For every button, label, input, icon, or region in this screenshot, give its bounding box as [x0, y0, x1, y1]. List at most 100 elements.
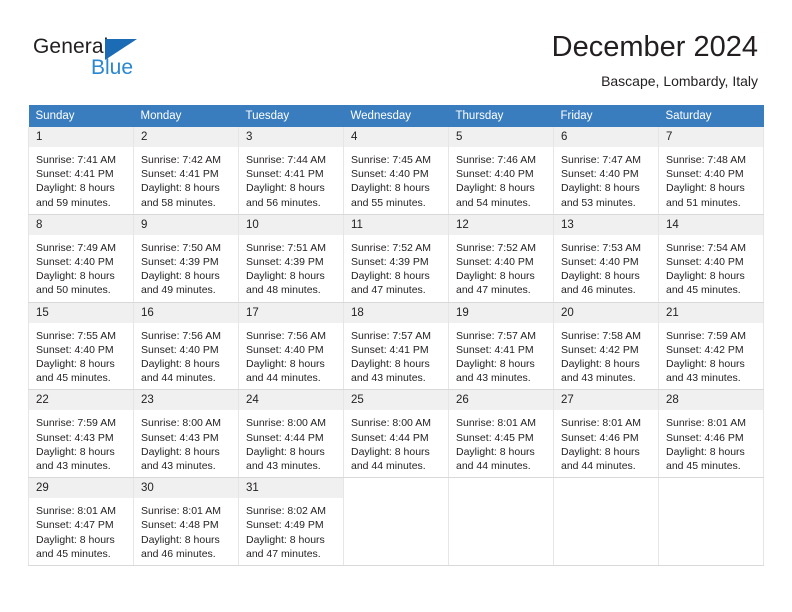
daylight-text-line2: and 47 minutes.: [456, 284, 531, 297]
daylight-text-line1: Daylight: 8 hours: [246, 533, 325, 546]
day-cell[interactable]: 23 Sunrise: 8:00 AM Sunset: 4:43 PM Dayl…: [133, 389, 239, 479]
day-number: 25: [344, 390, 448, 412]
day-info: Sunrise: 7:52 AM Sunset: 4:39 PM Dayligh…: [344, 236, 448, 302]
sunset-text: Sunset: 4:46 PM: [666, 431, 744, 444]
day-number: 26: [449, 390, 553, 412]
daylight-text-line2: and 46 minutes.: [561, 284, 636, 297]
daylight-text-line1: Daylight: 8 hours: [246, 445, 325, 458]
daylight-text-line2: and 45 minutes.: [36, 372, 111, 385]
day-cell[interactable]: 2 Sunrise: 7:42 AM Sunset: 4:41 PM Dayli…: [133, 127, 239, 215]
page-header: General Blue December 2024 Bascape, Lomb…: [0, 0, 792, 100]
day-info: Sunrise: 7:44 AM Sunset: 4:41 PM Dayligh…: [239, 148, 343, 214]
daylight-text-line1: Daylight: 8 hours: [666, 182, 745, 195]
calendar-body: 1 Sunrise: 7:41 AM Sunset: 4:41 PM Dayli…: [28, 127, 764, 567]
day-cell[interactable]: 17 Sunrise: 7:56 AM Sunset: 4:40 PM Dayl…: [238, 302, 344, 391]
day-info: Sunrise: 7:59 AM Sunset: 4:43 PM Dayligh…: [29, 411, 133, 477]
day-cell[interactable]: 15 Sunrise: 7:55 AM Sunset: 4:40 PM Dayl…: [28, 302, 134, 391]
sunset-text: Sunset: 4:41 PM: [246, 168, 324, 181]
day-info: Sunrise: 7:47 AM Sunset: 4:40 PM Dayligh…: [554, 148, 658, 214]
day-cell[interactable]: 25 Sunrise: 8:00 AM Sunset: 4:44 PM Dayl…: [343, 389, 449, 479]
daylight-text-line1: Daylight: 8 hours: [456, 358, 535, 371]
sunrise-text: Sunrise: 7:41 AM: [36, 154, 116, 166]
day-cell[interactable]: 8 Sunrise: 7:49 AM Sunset: 4:40 PM Dayli…: [28, 214, 134, 303]
day-cell[interactable]: 26 Sunrise: 8:01 AM Sunset: 4:45 PM Dayl…: [448, 389, 554, 479]
sunset-text: Sunset: 4:40 PM: [456, 168, 534, 181]
sunset-text: Sunset: 4:40 PM: [36, 343, 114, 356]
daylight-text-line2: and 43 minutes.: [141, 460, 216, 473]
daylight-text-line1: Daylight: 8 hours: [246, 270, 325, 283]
day-cell[interactable]: 14 Sunrise: 7:54 AM Sunset: 4:40 PM Dayl…: [658, 214, 764, 303]
daylight-text-line1: Daylight: 8 hours: [141, 182, 220, 195]
day-cell[interactable]: 5 Sunrise: 7:46 AM Sunset: 4:40 PM Dayli…: [448, 127, 554, 215]
day-number: 2: [134, 127, 238, 148]
day-cell[interactable]: 16 Sunrise: 7:56 AM Sunset: 4:40 PM Dayl…: [133, 302, 239, 391]
sunset-text: Sunset: 4:40 PM: [456, 256, 534, 269]
daylight-text-line1: Daylight: 8 hours: [351, 445, 430, 458]
sunset-text: Sunset: 4:41 PM: [456, 343, 534, 356]
day-cell[interactable]: 30 Sunrise: 8:01 AM Sunset: 4:48 PM Dayl…: [133, 477, 239, 567]
daylight-text-line1: Daylight: 8 hours: [561, 270, 640, 283]
day-number: 10: [239, 214, 343, 236]
sunset-text: Sunset: 4:40 PM: [561, 256, 639, 269]
day-cell[interactable]: 24 Sunrise: 8:00 AM Sunset: 4:44 PM Dayl…: [238, 389, 344, 479]
sunset-text: Sunset: 4:40 PM: [666, 256, 744, 269]
sunset-text: Sunset: 4:42 PM: [666, 343, 744, 356]
day-cell[interactable]: 28 Sunrise: 8:01 AM Sunset: 4:46 PM Dayl…: [658, 389, 764, 479]
calendar-header-row: Sunday Monday Tuesday Wednesday Thursday…: [28, 105, 764, 127]
day-cell[interactable]: 20 Sunrise: 7:58 AM Sunset: 4:42 PM Dayl…: [553, 302, 659, 391]
daylight-text-line2: and 43 minutes.: [351, 372, 426, 385]
sunrise-text: Sunrise: 7:56 AM: [246, 329, 326, 342]
sunrise-text: Sunrise: 7:42 AM: [141, 154, 221, 166]
day-cell[interactable]: 1 Sunrise: 7:41 AM Sunset: 4:41 PM Dayli…: [28, 127, 134, 215]
day-cell[interactable]: 6 Sunrise: 7:47 AM Sunset: 4:40 PM Dayli…: [553, 127, 659, 215]
day-number: 16: [134, 302, 238, 324]
daylight-text-line2: and 45 minutes.: [666, 284, 741, 297]
daylight-text-line1: Daylight: 8 hours: [351, 358, 430, 371]
sunset-text: Sunset: 4:46 PM: [561, 431, 639, 444]
day-number: 22: [29, 390, 133, 412]
day-cell[interactable]: 27 Sunrise: 8:01 AM Sunset: 4:46 PM Dayl…: [553, 389, 659, 479]
day-cell[interactable]: 19 Sunrise: 7:57 AM Sunset: 4:41 PM Dayl…: [448, 302, 554, 391]
day-cell[interactable]: 11 Sunrise: 7:52 AM Sunset: 4:39 PM Dayl…: [343, 214, 449, 303]
brand-logo[interactable]: General Blue: [33, 36, 213, 88]
day-cell[interactable]: 29 Sunrise: 8:01 AM Sunset: 4:47 PM Dayl…: [28, 477, 134, 567]
sunrise-text: Sunrise: 7:53 AM: [561, 241, 641, 254]
day-cell[interactable]: 21 Sunrise: 7:59 AM Sunset: 4:42 PM Dayl…: [658, 302, 764, 391]
sunrise-text: Sunrise: 7:58 AM: [561, 329, 641, 342]
sunrise-text: Sunrise: 7:55 AM: [36, 329, 116, 342]
day-info: Sunrise: 7:58 AM Sunset: 4:42 PM Dayligh…: [554, 324, 658, 390]
sunrise-text: Sunrise: 8:00 AM: [141, 417, 221, 430]
day-cell[interactable]: 13 Sunrise: 7:53 AM Sunset: 4:40 PM Dayl…: [553, 214, 659, 303]
daylight-text-line2: and 45 minutes.: [666, 460, 741, 473]
day-cell[interactable]: 9 Sunrise: 7:50 AM Sunset: 4:39 PM Dayli…: [133, 214, 239, 303]
day-cell[interactable]: 3 Sunrise: 7:44 AM Sunset: 4:41 PM Dayli…: [238, 127, 344, 215]
weekday-header-friday: Friday: [553, 105, 659, 127]
daylight-text-line1: Daylight: 8 hours: [141, 533, 220, 546]
daylight-text-line1: Daylight: 8 hours: [141, 445, 220, 458]
sunset-text: Sunset: 4:44 PM: [351, 431, 429, 444]
page-subtitle: Bascape, Lombardy, Italy: [601, 73, 758, 89]
day-cell[interactable]: 22 Sunrise: 7:59 AM Sunset: 4:43 PM Dayl…: [28, 389, 134, 479]
day-info: Sunrise: 7:42 AM Sunset: 4:41 PM Dayligh…: [134, 148, 238, 214]
sunrise-text: Sunrise: 8:01 AM: [561, 417, 641, 430]
daylight-text-line2: and 43 minutes.: [561, 372, 636, 385]
day-cell[interactable]: 4 Sunrise: 7:45 AM Sunset: 4:40 PM Dayli…: [343, 127, 449, 215]
day-number: 28: [659, 390, 763, 412]
sunrise-text: Sunrise: 7:46 AM: [456, 154, 536, 166]
day-cell[interactable]: 10 Sunrise: 7:51 AM Sunset: 4:39 PM Dayl…: [238, 214, 344, 303]
day-info: Sunrise: 7:41 AM Sunset: 4:41 PM Dayligh…: [29, 148, 133, 214]
daylight-text-line1: Daylight: 8 hours: [561, 182, 640, 195]
day-cell-empty: [448, 477, 554, 567]
day-info: Sunrise: 7:56 AM Sunset: 4:40 PM Dayligh…: [239, 324, 343, 390]
day-info: Sunrise: 7:51 AM Sunset: 4:39 PM Dayligh…: [239, 236, 343, 302]
daylight-text-line1: Daylight: 8 hours: [666, 358, 745, 371]
day-number: 3: [239, 127, 343, 148]
day-info: Sunrise: 8:00 AM Sunset: 4:43 PM Dayligh…: [134, 411, 238, 477]
day-cell[interactable]: 7 Sunrise: 7:48 AM Sunset: 4:40 PM Dayli…: [658, 127, 764, 215]
day-cell[interactable]: 31 Sunrise: 8:02 AM Sunset: 4:49 PM Dayl…: [238, 477, 344, 567]
day-cell[interactable]: 18 Sunrise: 7:57 AM Sunset: 4:41 PM Dayl…: [343, 302, 449, 391]
daylight-text-line2: and 46 minutes.: [141, 547, 216, 560]
daylight-text-line1: Daylight: 8 hours: [36, 182, 115, 195]
day-cell-empty: [658, 477, 764, 567]
day-cell[interactable]: 12 Sunrise: 7:52 AM Sunset: 4:40 PM Dayl…: [448, 214, 554, 303]
